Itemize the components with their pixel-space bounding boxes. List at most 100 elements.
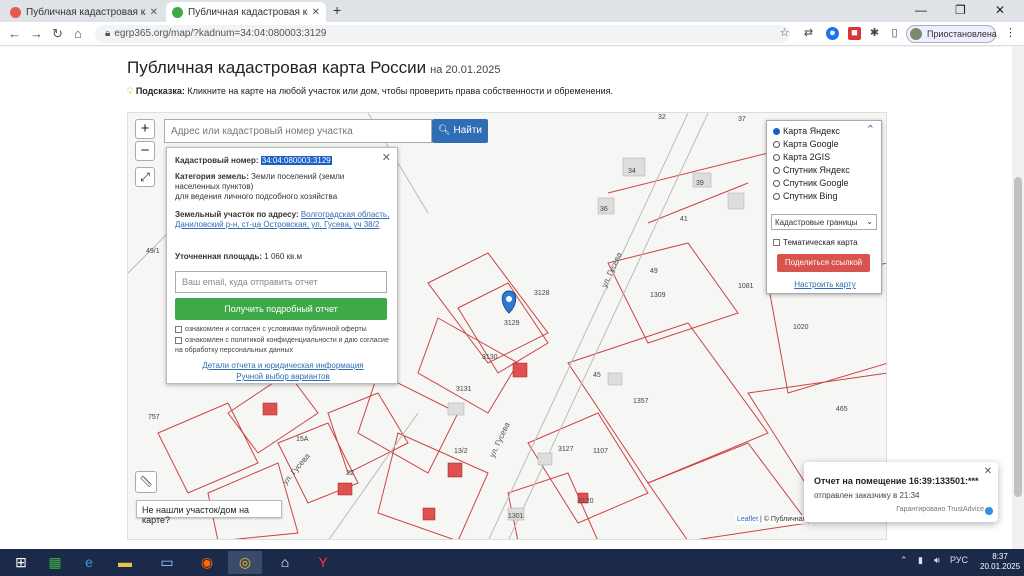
page-scrollbar[interactable] bbox=[1012, 47, 1024, 549]
radio-button[interactable] bbox=[773, 141, 780, 149]
tray-chevron-icon[interactable]: ⌃ bbox=[900, 555, 908, 566]
building bbox=[447, 402, 465, 416]
zoom-in-button[interactable]: + bbox=[135, 119, 155, 139]
parcel-label: 41 bbox=[680, 216, 688, 223]
map-marker-icon[interactable] bbox=[501, 290, 517, 314]
building bbox=[727, 192, 745, 210]
tab-2[interactable]: Публичная кадастровая карта ✕ bbox=[166, 2, 326, 22]
windows-start-icon[interactable]: ⊞ bbox=[4, 551, 38, 574]
layer-option-google-satellite[interactable]: Спутник Google bbox=[773, 177, 848, 189]
parcel-label: 45 bbox=[593, 372, 601, 379]
back-icon[interactable]: ← bbox=[8, 26, 21, 41]
forward-icon[interactable]: → bbox=[30, 26, 43, 41]
details-link[interactable]: Детали отчета и юридическая информация bbox=[167, 361, 399, 370]
parcel-label: 34 bbox=[628, 168, 636, 175]
email-field[interactable]: Ваш email, куда отправить отчет bbox=[175, 271, 387, 293]
parcel-label: 1020 bbox=[793, 324, 809, 331]
consent-privacy-checkbox[interactable] bbox=[175, 336, 182, 344]
collapse-chevron-up-icon[interactable]: ⌃ bbox=[866, 123, 875, 136]
radio-button[interactable] bbox=[773, 180, 780, 188]
not-found-link[interactable]: Не нашли участок/дом на карте? bbox=[136, 500, 282, 525]
profile-label: Приостановлена bbox=[927, 29, 997, 39]
setup-map-link[interactable]: Настроить карту bbox=[767, 280, 883, 289]
leaflet-link[interactable]: Leaflet bbox=[737, 516, 758, 523]
notification-title: Отчет на помещение 16:39:133501:*** bbox=[814, 476, 979, 486]
bookmark-star-icon[interactable]: ☆ bbox=[778, 27, 791, 40]
radio-button[interactable] bbox=[773, 128, 780, 136]
boundaries-select[interactable]: Кадастровые границы ⌄ bbox=[771, 214, 877, 230]
parcel-label: 3131 bbox=[456, 386, 472, 393]
get-report-button[interactable]: Получить подробный отчет bbox=[175, 298, 387, 320]
extension-red-icon[interactable]: ■ bbox=[848, 27, 861, 40]
radio-button[interactable] bbox=[773, 154, 780, 162]
file-explorer-icon[interactable]: ▬ bbox=[108, 551, 142, 574]
windows-taskbar: ⊞ ▦ e ▬ ▭ ◉ ◎ ⌂ Y ⌃ ▮ 🔊︎ РУС 8:37 20.01.… bbox=[0, 549, 1024, 576]
layer-option-bing-satellite[interactable]: Спутник Bing bbox=[773, 190, 837, 202]
consent-offer[interactable]: ознакомлен и согласен с условиями публич… bbox=[175, 325, 390, 335]
internet-explorer-icon[interactable]: e bbox=[72, 551, 106, 574]
layer-option-yandex-map[interactable]: Карта Яндекс bbox=[773, 125, 840, 137]
address-bar: ← → ↻ ⌂ 🔒︎ egrp365.org/map/?kadnum=34:04:… bbox=[0, 22, 1024, 46]
taskbar-clock[interactable]: 8:37 20.01.2025 bbox=[980, 552, 1020, 572]
building-red bbox=[262, 402, 278, 416]
lightbulb-icon: 💡︎ bbox=[127, 86, 134, 96]
verified-check-icon bbox=[985, 507, 993, 515]
extension-blue-icon[interactable]: ● bbox=[826, 27, 839, 40]
chrome-icon[interactable]: ◎ bbox=[228, 551, 262, 574]
fullscreen-icon[interactable]: ⤢ bbox=[135, 167, 155, 187]
parcel-label: 39 bbox=[696, 180, 704, 187]
yandex-browser-icon[interactable]: Y bbox=[306, 551, 340, 574]
zoom-out-button[interactable]: − bbox=[135, 141, 155, 161]
home-app-icon[interactable]: ⌂ bbox=[268, 551, 302, 574]
map-attribution: Leaflet | © Публичная bbox=[735, 515, 809, 524]
extensions-puzzle-icon[interactable]: ✱ bbox=[868, 27, 881, 40]
minimize-icon[interactable]: — bbox=[915, 3, 927, 17]
reload-icon[interactable]: ↻ bbox=[52, 26, 63, 42]
tab-2-title: Публичная кадастровая карта bbox=[188, 6, 308, 18]
search-button[interactable]: 🔍︎ Найти bbox=[432, 119, 488, 143]
close-tab-icon[interactable]: ✕ bbox=[150, 7, 158, 18]
close-tab-icon[interactable]: ✕ bbox=[312, 7, 320, 18]
hint: 💡︎ Подсказка: Кликните на карте на любой… bbox=[127, 86, 613, 97]
close-icon[interactable]: ✕ bbox=[984, 466, 992, 477]
building-red bbox=[337, 482, 353, 496]
network-icon[interactable]: ▮ bbox=[918, 555, 923, 566]
excel-icon[interactable]: ▦ bbox=[38, 551, 72, 574]
sidebar-icon[interactable]: ▯ bbox=[888, 27, 901, 40]
layer-option-yandex-satellite[interactable]: Спутник Яндекс bbox=[773, 164, 850, 176]
layer-option-2gis-map[interactable]: Карта 2GIS bbox=[773, 151, 830, 163]
radio-button[interactable] bbox=[773, 193, 780, 201]
translate-icon[interactable]: ⇄ bbox=[802, 27, 815, 40]
volume-icon[interactable]: 🔊︎ bbox=[934, 555, 940, 566]
home-icon[interactable]: ⌂ bbox=[74, 26, 82, 41]
scroll-thumb[interactable] bbox=[1014, 177, 1022, 497]
page-title: Публичная кадастровая карта России на 20.… bbox=[127, 58, 500, 78]
computer-icon[interactable]: ▭ bbox=[150, 551, 184, 574]
profile-button[interactable]: Приостановлена bbox=[906, 25, 997, 43]
address-label: Земельный участок по адресу: bbox=[175, 210, 299, 219]
consent-privacy[interactable]: ознакомлен с политикой конфиденциальност… bbox=[175, 336, 390, 356]
new-tab-icon[interactable]: + bbox=[333, 2, 341, 18]
radio-button[interactable] bbox=[773, 167, 780, 175]
layer-option-label: Карта Яндекс bbox=[783, 126, 840, 136]
thematic-checkbox[interactable] bbox=[773, 239, 780, 247]
tab-1[interactable]: Публичная кадастровая карта ✕ bbox=[4, 2, 164, 22]
maximize-icon[interactable]: ❐ bbox=[955, 3, 966, 17]
parcel-label: 1309 bbox=[650, 292, 666, 299]
site-favicon-icon bbox=[172, 6, 183, 18]
parcel-label: 13/2 bbox=[454, 448, 468, 455]
manual-select-link[interactable]: Ручной выбор вариантов bbox=[167, 372, 399, 381]
language-indicator[interactable]: РУС bbox=[950, 555, 968, 565]
map-search-input[interactable]: Адрес или кадастровый номер участка bbox=[164, 119, 432, 143]
share-link-button[interactable]: Поделиться ссылкой bbox=[777, 254, 870, 272]
consent-offer-checkbox[interactable] bbox=[175, 325, 182, 333]
layer-option-google-map[interactable]: Карта Google bbox=[773, 138, 839, 150]
thematic-map-toggle[interactable]: Тематическая карта bbox=[773, 238, 858, 247]
firefox-icon[interactable]: ◉ bbox=[190, 551, 224, 574]
cadastral-map[interactable]: 32 37 34 39 36 41 49/1 49 3128 3129 1309… bbox=[127, 112, 887, 540]
parcel bbox=[357, 372, 459, 474]
close-window-icon[interactable]: ✕ bbox=[995, 3, 1005, 17]
menu-dots-icon[interactable]: ⋮ bbox=[1004, 27, 1017, 40]
ruler-icon[interactable]: 📏︎ bbox=[135, 471, 157, 493]
url-field[interactable]: 🔒︎ egrp365.org/map/?kadnum=34:04:080003:3… bbox=[95, 25, 790, 43]
